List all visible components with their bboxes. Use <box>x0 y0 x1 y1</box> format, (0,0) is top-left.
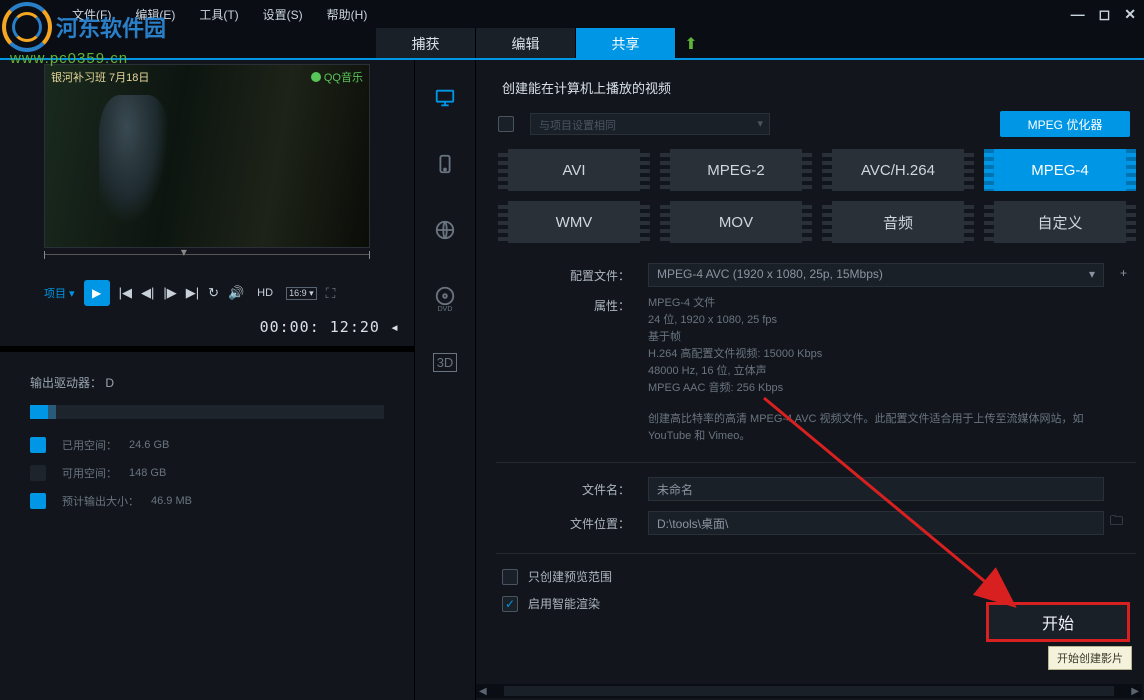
preview-only-checkbox[interactable] <box>502 569 518 585</box>
same-as-project-checkbox[interactable] <box>498 116 514 132</box>
window-minimize[interactable]: — <box>1071 6 1085 23</box>
preview-overlay-title: 银河补习班 7月18日 <box>51 69 149 85</box>
same-as-project-select: 与项目设置相同 <box>530 113 770 135</box>
target-device-icon[interactable] <box>431 150 459 178</box>
profile-description: 创建高比特率的高清 MPEG-4 AVC 视频文件。此配置文件适合用于上传至流媒… <box>648 411 1104 444</box>
volume-button[interactable]: 🔊 <box>228 285 244 301</box>
format-grid: AVI MPEG-2 AVC/H.264 MPEG-4 WMV MOV 音频 自… <box>498 149 1136 243</box>
format-wmv[interactable]: WMV <box>498 201 650 243</box>
profile-select[interactable]: MPEG-4 AVC (1920 x 1080, 25p, 15Mbps)+ <box>648 263 1104 287</box>
format-mpeg2[interactable]: MPEG-2 <box>660 149 812 191</box>
horizontal-scrollbar[interactable]: ◀ ▶ <box>476 684 1142 698</box>
output-size-swatch <box>30 493 46 509</box>
hd-toggle[interactable]: HD <box>253 286 277 300</box>
format-audio[interactable]: 音频 <box>822 201 974 243</box>
filepath-input[interactable]: D:\tools\桌面\ <box>648 511 1104 535</box>
tab-share[interactable]: 共享 <box>576 28 676 60</box>
profile-label: 配置文件： <box>498 263 648 287</box>
window-maximize[interactable]: ◻ <box>1099 6 1111 23</box>
format-mov[interactable]: MOV <box>660 201 812 243</box>
menu-settings[interactable]: 设置(S) <box>251 6 315 23</box>
tab-edit[interactable]: 编辑 <box>476 28 576 60</box>
attributes-label: 属性： <box>498 293 648 444</box>
filename-input[interactable]: 未命名 <box>648 477 1104 501</box>
start-button[interactable]: 开始 <box>986 602 1130 642</box>
prev-frame-button[interactable]: ◀| <box>141 285 154 301</box>
preview-only-label: 只创建预览范围 <box>528 568 612 585</box>
timecode-display[interactable]: 00:00: 12:20 ◂ <box>0 310 414 346</box>
target-computer-icon[interactable] <box>431 84 459 112</box>
drive-usage-bar <box>30 405 384 419</box>
scroll-right-icon[interactable]: ▶ <box>1128 686 1142 697</box>
goto-end-button[interactable]: ▶| <box>186 285 199 301</box>
filepath-label: 文件位置： <box>498 515 648 532</box>
profile-add-icon[interactable]: + <box>1120 266 1127 280</box>
menu-file[interactable]: 文件(F) <box>60 6 123 23</box>
goto-start-button[interactable]: |◀ <box>119 285 132 301</box>
attributes-text: MPEG-4 文件 24 位, 1920 x 1080, 25 fps 基于帧 … <box>648 293 1104 399</box>
browse-folder-icon[interactable]: 🗀 <box>1110 512 1123 534</box>
menu-tools[interactable]: 工具(T) <box>187 6 250 23</box>
video-preview[interactable]: 银河补习班 7月18日 QQ音乐 <box>44 64 370 248</box>
preview-panel: 银河补习班 7月18日 QQ音乐 ▾ ✂ ⊘ 项目 ▾ ▶ |◀ ◀| |▶ ▶… <box>0 60 414 700</box>
used-space-swatch <box>30 437 46 453</box>
menu-bar: 文件(F) 编辑(E) 工具(T) 设置(S) 帮助(H) — ◻ ✕ <box>0 0 1144 28</box>
target-web-icon[interactable] <box>431 216 459 244</box>
fullscreen-icon[interactable]: ⛶ <box>326 285 336 302</box>
smart-render-checkbox[interactable] <box>502 596 518 612</box>
upload-icon[interactable]: ⬆ <box>676 28 706 60</box>
format-avc[interactable]: AVC/H.264 <box>822 149 974 191</box>
aspect-ratio-select[interactable]: 16:9 ▾ <box>286 287 317 300</box>
start-tooltip: 开始创建影片 <box>1048 646 1132 670</box>
format-mpeg4[interactable]: MPEG-4 <box>984 149 1136 191</box>
output-drive-panel: 输出驱动器： D 已用空间：24.6 GB 可用空间：148 GB 预计输出大小… <box>0 352 414 543</box>
project-dropdown[interactable]: 项目 ▾ <box>44 285 75 301</box>
target-disc-icon[interactable]: DVD <box>431 282 459 310</box>
next-frame-button[interactable]: |▶ <box>163 285 176 301</box>
scroll-left-icon[interactable]: ◀ <box>476 686 490 697</box>
menu-edit[interactable]: 编辑(E) <box>123 6 187 23</box>
format-custom[interactable]: 自定义 <box>984 201 1136 243</box>
filename-label: 文件名： <box>498 481 648 498</box>
share-target-rail: DVD 3D <box>414 60 476 700</box>
player-controls: 项目 ▾ ▶ |◀ ◀| |▶ ▶| ↻ 🔊 HD 16:9 ▾ ⛶ <box>0 276 414 310</box>
repeat-button[interactable]: ↻ <box>208 285 219 301</box>
share-heading: 创建能在计算机上播放的视频 <box>498 78 1136 97</box>
format-avi[interactable]: AVI <box>498 149 650 191</box>
tab-capture[interactable]: 捕获 <box>376 28 476 60</box>
play-button[interactable]: ▶ <box>84 280 110 306</box>
preview-timeline[interactable]: ▾ <box>44 254 370 274</box>
smart-render-label: 启用智能渲染 <box>528 595 600 612</box>
share-settings-panel: 创建能在计算机上播放的视频 与项目设置相同 MPEG 优化器 AVI MPEG-… <box>476 60 1144 700</box>
menu-help[interactable]: 帮助(H) <box>315 6 380 23</box>
window-close[interactable]: ✕ <box>1124 6 1136 23</box>
preview-overlay-source: QQ音乐 <box>311 69 363 85</box>
target-3d-icon[interactable]: 3D <box>431 348 459 376</box>
mpeg-optimizer-button[interactable]: MPEG 优化器 <box>1000 111 1130 137</box>
free-space-swatch <box>30 465 46 481</box>
mode-tabs: 捕获 编辑 共享 ⬆ <box>0 28 1144 60</box>
